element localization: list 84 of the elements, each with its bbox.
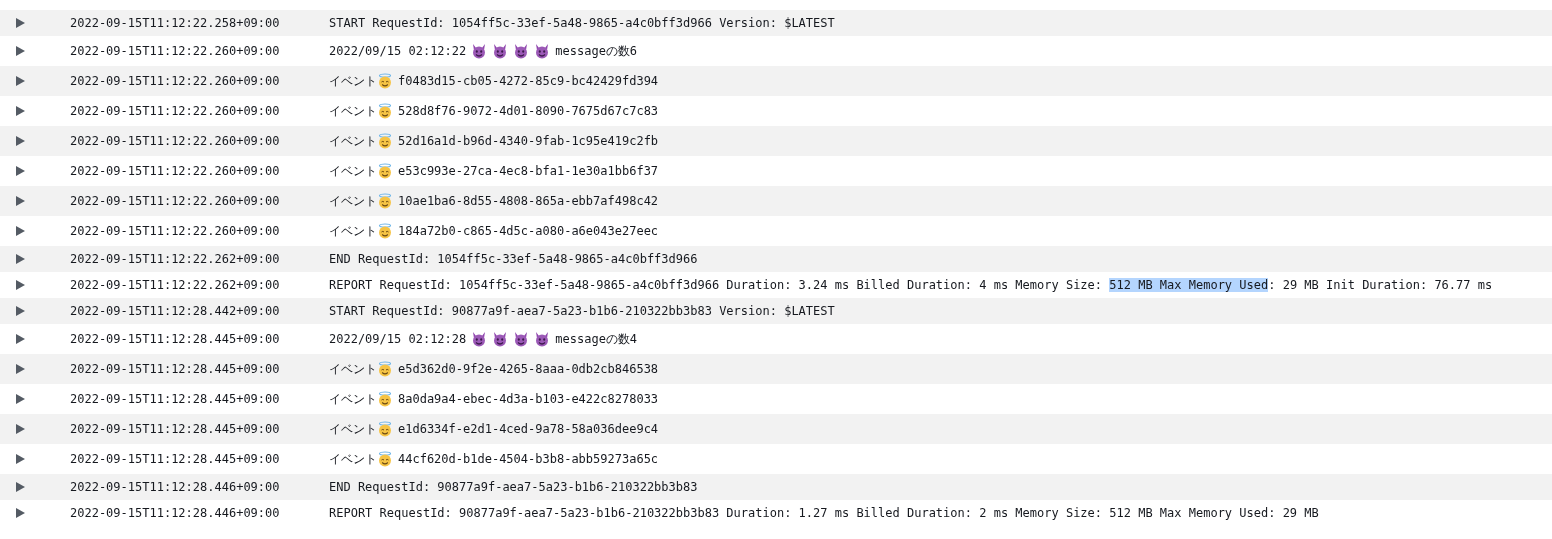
expand-icon[interactable] — [16, 306, 25, 316]
log-message: イベント — [329, 360, 377, 378]
expand-icon[interactable] — [16, 254, 25, 264]
log-message: イベント — [329, 102, 377, 120]
timestamp: 2022-09-15T11:12:22.260+09:00 — [70, 194, 281, 208]
timestamp: 2022-09-15T11:12:28.445+09:00 — [70, 452, 281, 466]
expand-icon[interactable] — [16, 364, 25, 374]
expand-icon[interactable] — [16, 18, 25, 28]
expand-icon[interactable] — [16, 46, 25, 56]
halo-face-icon — [377, 361, 393, 377]
log-message: イベント — [329, 222, 377, 240]
halo-face-icon — [377, 103, 393, 119]
log-message: START RequestId: 1054ff5c-33ef-5a48-9865-a4c0bff3d966 Version: $LATEST — [329, 16, 835, 30]
log-message: イベント — [329, 72, 377, 90]
log-message: 44cf620d-b1de-4504-b3b8-abb59273a65c — [398, 452, 659, 466]
timestamp: 2022-09-15T11:12:22.258+09:00 — [70, 16, 281, 30]
log-message: イベント — [329, 450, 377, 468]
expand-icon[interactable] — [16, 482, 25, 492]
devil-face-icon — [513, 331, 530, 347]
log-message: イベント — [329, 192, 377, 210]
timestamp: 2022-09-15T11:12:22.262+09:00 — [70, 252, 281, 266]
log-message: END RequestId: 90877a9f-aea7-5a23-b1b6-210322bb3b83 — [329, 480, 698, 494]
devil-face-icon — [513, 43, 530, 59]
log-message: 2022/09/15 02:12:22 — [329, 44, 467, 58]
timestamp: 2022-09-15T11:12:28.445+09:00 — [70, 332, 281, 346]
expand-icon[interactable] — [16, 508, 25, 518]
halo-face-icon — [377, 451, 393, 467]
log-message: END RequestId: 1054ff5c-33ef-5a48-9865-a4c0bff3d966 — [329, 252, 698, 266]
log-message: 52d16a1d-b96d-4340-9fab-1c95e419c2fb — [398, 134, 659, 148]
halo-face-icon — [377, 163, 393, 179]
timestamp: 2022-09-15T11:12:28.446+09:00 — [70, 506, 281, 520]
halo-face-icon — [377, 223, 393, 239]
devil-face-icon — [492, 43, 509, 59]
log-message: REPORT RequestId: 90877a9f-aea7-5a23-b1b6-210322bb3b83 Duration: 1.27 ms Billed Duration: 2 ms Memory Size: 512 MB Max Memory Used: 29 MB — [329, 506, 1319, 520]
log-message: 2022/09/15 02:12:28 — [329, 332, 467, 346]
log-message: イベント — [329, 162, 377, 180]
expand-icon[interactable] — [16, 394, 25, 404]
halo-face-icon — [377, 391, 393, 407]
log-message: e5d362d0-9f2e-4265-8aaa-0db2cb846538 — [398, 362, 659, 376]
timestamp: 2022-09-15T11:12:22.260+09:00 — [70, 104, 281, 118]
timestamp: 2022-09-15T11:12:28.445+09:00 — [70, 422, 281, 436]
expand-icon[interactable] — [16, 226, 25, 236]
halo-face-icon — [377, 73, 393, 89]
halo-face-icon — [377, 193, 393, 209]
expand-icon[interactable] — [16, 136, 25, 146]
log-message: 184a72b0-c865-4d5c-a080-a6e043e27eec — [398, 224, 659, 238]
expand-icon[interactable] — [16, 454, 25, 464]
timestamp: 2022-09-15T11:12:22.262+09:00 — [70, 278, 281, 292]
log-message: messageの数6 — [555, 42, 638, 60]
timestamp: 2022-09-15T11:12:22.260+09:00 — [70, 44, 281, 58]
expand-icon[interactable] — [16, 166, 25, 176]
timestamp: 2022-09-15T11:12:28.446+09:00 — [70, 480, 281, 494]
expand-icon[interactable] — [16, 280, 25, 290]
log-message: イベント — [329, 420, 377, 438]
timestamp: 2022-09-15T11:12:28.445+09:00 — [70, 392, 281, 406]
expand-icon[interactable] — [16, 334, 25, 344]
expand-icon[interactable] — [16, 196, 25, 206]
halo-face-icon — [377, 133, 393, 149]
timestamp: 2022-09-15T11:12:22.260+09:00 — [70, 224, 281, 238]
log-message: f0483d15-cb05-4272-85c9-bc42429fd394 — [398, 74, 659, 88]
log-message: 8a0da9a4-ebec-4d3a-b103-e422c8278033 — [398, 392, 659, 406]
log-message: イベント — [329, 390, 377, 408]
devil-face-icon — [492, 331, 509, 347]
timestamp: 2022-09-15T11:12:28.442+09:00 — [70, 304, 281, 318]
log-message: e1d6334f-e2d1-4ced-9a78-58a036dee9c4 — [398, 422, 659, 436]
devil-face-icon — [534, 43, 551, 59]
devil-face-icon — [471, 331, 488, 347]
log-message: 10ae1ba6-8d55-4808-865a-ebb7af498c42 — [398, 194, 659, 208]
devil-face-icon — [471, 43, 488, 59]
timestamp: 2022-09-15T11:12:22.260+09:00 — [70, 134, 281, 148]
devil-face-icon — [534, 331, 551, 347]
log-message: REPORT RequestId: 1054ff5c-33ef-5a48-9865-a4c0bff3d966 Duration: 3.24 ms Billed Duration: 4 ms Memory Size: 512 MB Max Memory Used: 29 MB Init Duration: 76.77 ms — [329, 278, 1493, 292]
halo-face-icon — [377, 421, 393, 437]
timestamp: 2022-09-15T11:12:28.445+09:00 — [70, 362, 281, 376]
expand-icon[interactable] — [16, 424, 25, 434]
timestamp: 2022-09-15T11:12:22.260+09:00 — [70, 164, 281, 178]
log-message: e53c993e-27ca-4ec8-bfa1-1e30a1bb6f37 — [398, 164, 659, 178]
log-message: 528d8f76-9072-4d01-8090-7675d67c7c83 — [398, 104, 659, 118]
log-message: START RequestId: 90877a9f-aea7-5a23-b1b6-210322bb3b83 Version: $LATEST — [329, 304, 835, 318]
timestamp: 2022-09-15T11:12:22.260+09:00 — [70, 74, 281, 88]
log-message: イベント — [329, 132, 377, 150]
expand-icon[interactable] — [16, 106, 25, 116]
expand-icon[interactable] — [16, 76, 25, 86]
log-message: messageの数4 — [555, 330, 638, 348]
